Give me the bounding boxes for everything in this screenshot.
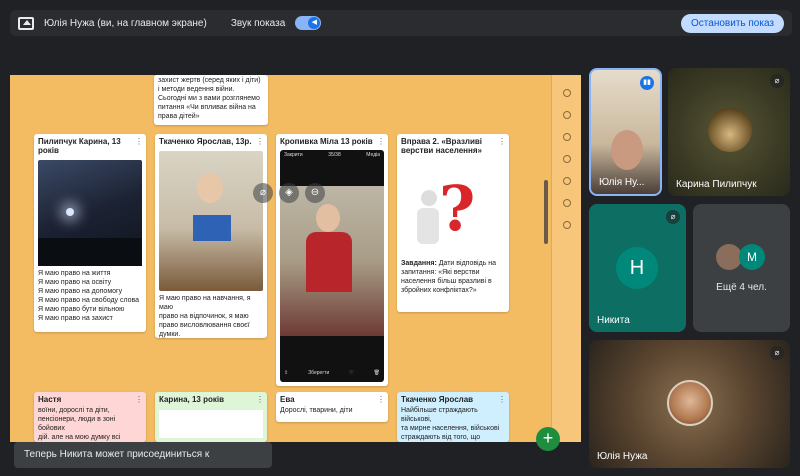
bell-icon[interactable] <box>562 155 571 163</box>
phone-top-bar: Закрити 35/38 Медіа <box>284 152 380 158</box>
card-eva-title: Ева <box>280 395 295 404</box>
yulia-name: Юлія Нужа <box>597 451 648 462</box>
present-screen-icon <box>18 16 34 30</box>
card-exercise: Вправа 2. «Вразливі верстви населення» ⋮… <box>397 134 509 312</box>
tile-controls: ⌀ ◈ ⊖ <box>253 183 325 203</box>
add-button[interactable]: + <box>536 427 560 451</box>
boy-photo <box>159 151 263 291</box>
activity-icon[interactable] <box>562 111 571 119</box>
chat-icon[interactable] <box>562 133 571 141</box>
card-mila-title: Кропивка Міла 13 років <box>280 137 373 146</box>
exercise-label: Завдання: <box>401 260 437 267</box>
self-video-face <box>611 130 643 170</box>
card-nastya-title: Настя <box>38 395 62 404</box>
card-mila: Кропивка Міла 13 років ⋮ Закрити 35/38 М… <box>276 134 388 386</box>
presenter-label: Юлія Нужа (ви, на главном экране) <box>44 17 207 29</box>
more-icon[interactable]: ⋮ <box>377 395 385 404</box>
card-yaroslav-title: Ткаченко Ярослав, 13р. <box>159 137 252 146</box>
tile-more-participants[interactable]: М Ещё 4 чел. <box>693 204 790 332</box>
heart-icon: ♡ <box>349 370 354 376</box>
card-exercise-title: Вправа 2. «Вразливі верстви населення» <box>401 137 482 155</box>
card-intro: захист жертв (серед яких і діти) і метод… <box>154 75 268 125</box>
more-icon[interactable]: ⋮ <box>135 395 143 404</box>
more-options-icon[interactable] <box>562 221 571 229</box>
question-figure: ? <box>401 160 505 256</box>
meet-window: Юлія Нужа (ви, на главном экране) Звук п… <box>0 0 800 476</box>
phone-count: 35/38 <box>328 152 341 158</box>
sound-toggle[interactable]: ◀ <box>295 16 322 30</box>
speaking-icon: ▮▮ <box>640 76 654 90</box>
more-icon[interactable]: ⋮ <box>498 137 506 146</box>
card-karina2-title: Карина, 13 років <box>159 395 224 404</box>
card-nastya-text: воїни, дорослі та діти, пенсіонери, люди… <box>38 407 121 441</box>
card-eva: Ева ⋮ Дорослі, тварини, діти <box>276 392 388 422</box>
mic-off-icon: ⌀ <box>666 210 680 224</box>
trash-icon: 🗑 <box>373 370 380 376</box>
more-icon[interactable]: ⋮ <box>377 137 385 146</box>
volume-icon: ◀ <box>308 17 321 29</box>
phone-save-label: Зберегти <box>308 370 330 376</box>
card-yaroslav2: Ткаченко Ярослав ⋮ Найбільше страждають … <box>397 392 509 442</box>
share-icon: ⇪ <box>284 370 289 376</box>
karina-name: Карина Пилипчук <box>676 179 757 190</box>
card-karina: Пилипчук Карина, 13 років ⋮ Я маю право … <box>34 134 146 332</box>
more-icon[interactable]: ⋮ <box>256 137 264 146</box>
card-karina2: Карина, 13 років ⋮ <box>155 392 267 442</box>
card-yaroslav: Ткаченко Ярослав, 13р. ⋮ Я маю право на … <box>155 134 267 338</box>
play-icon[interactable] <box>562 177 571 185</box>
board-sidebar <box>551 75 581 442</box>
card-yaroslav-text: Я маю право на навчання, я маю право на … <box>159 295 251 338</box>
phone-bottom-bar: ⇪ Зберегти ♡ 🗑 <box>284 370 380 376</box>
more-icon[interactable]: ⋮ <box>498 395 506 404</box>
card-yaroslav2-title: Ткаченко Ярослав <box>401 395 474 404</box>
shared-screen: захист жертв (серед яких і діти) і метод… <box>10 75 581 442</box>
notification-toast: Теперь Никита может присоединиться к вид… <box>14 442 272 476</box>
yulia-avatar <box>667 380 713 426</box>
remove-icon[interactable]: ⊖ <box>305 183 325 203</box>
more-participants-label: Ещё 4 чел. <box>716 282 767 293</box>
participant-m-avatar: М <box>739 244 765 270</box>
phone-media-label: Медіа <box>366 152 380 158</box>
night-photo <box>38 160 142 266</box>
card-intro-text: захист жертв (серед яких і діти) і метод… <box>158 77 261 120</box>
mic-off-icon: ⌀ <box>770 346 784 360</box>
self-name: Юлія Ну... <box>599 177 645 188</box>
nikita-name: Никита <box>597 315 630 326</box>
avatar[interactable] <box>562 89 571 97</box>
more-icon[interactable]: ⋮ <box>135 137 143 146</box>
tile-nikita[interactable]: Н ⌀ Никита <box>589 204 686 332</box>
card-karina-text: Я маю право на життя Я маю право на осві… <box>38 270 140 322</box>
tile-yulia[interactable]: ⌀ Юлія Нужа <box>589 340 790 468</box>
mic-off-icon: ⌀ <box>770 74 784 88</box>
pin-icon[interactable]: ◈ <box>279 183 299 203</box>
settings-icon[interactable] <box>562 199 571 207</box>
nikita-avatar: Н <box>616 247 658 289</box>
card-nastya: Настя ⋮ воїни, дорослі та діти, пенсіоне… <box>34 392 146 442</box>
mic-off-icon[interactable]: ⌀ <box>253 183 273 203</box>
card-eva-text: Дорослі, тварини, діти <box>280 407 353 414</box>
card-karina-title: Пилипчук Карина, 13 років <box>38 137 121 155</box>
card-yaroslav2-text: Найбільше страждають військові, та мирне… <box>401 407 500 441</box>
phone-close-label: Закрити <box>284 152 303 158</box>
girl-photo <box>280 186 384 336</box>
stop-presenting-button[interactable]: Остановить показ <box>681 13 784 33</box>
drawing-image <box>159 410 263 438</box>
presentation-bar: Юлія Нужа (ви, на главном экране) Звук п… <box>10 10 792 36</box>
board-scrollbar[interactable] <box>544 180 548 244</box>
tile-karina[interactable]: ⌀ Карина Пилипчук <box>668 68 790 196</box>
sound-label: Звук показа <box>230 17 286 29</box>
more-icon[interactable]: ⋮ <box>256 395 264 404</box>
tile-self[interactable]: ▮▮ Юлія Ну... <box>589 68 662 196</box>
karina-avatar <box>708 108 752 152</box>
